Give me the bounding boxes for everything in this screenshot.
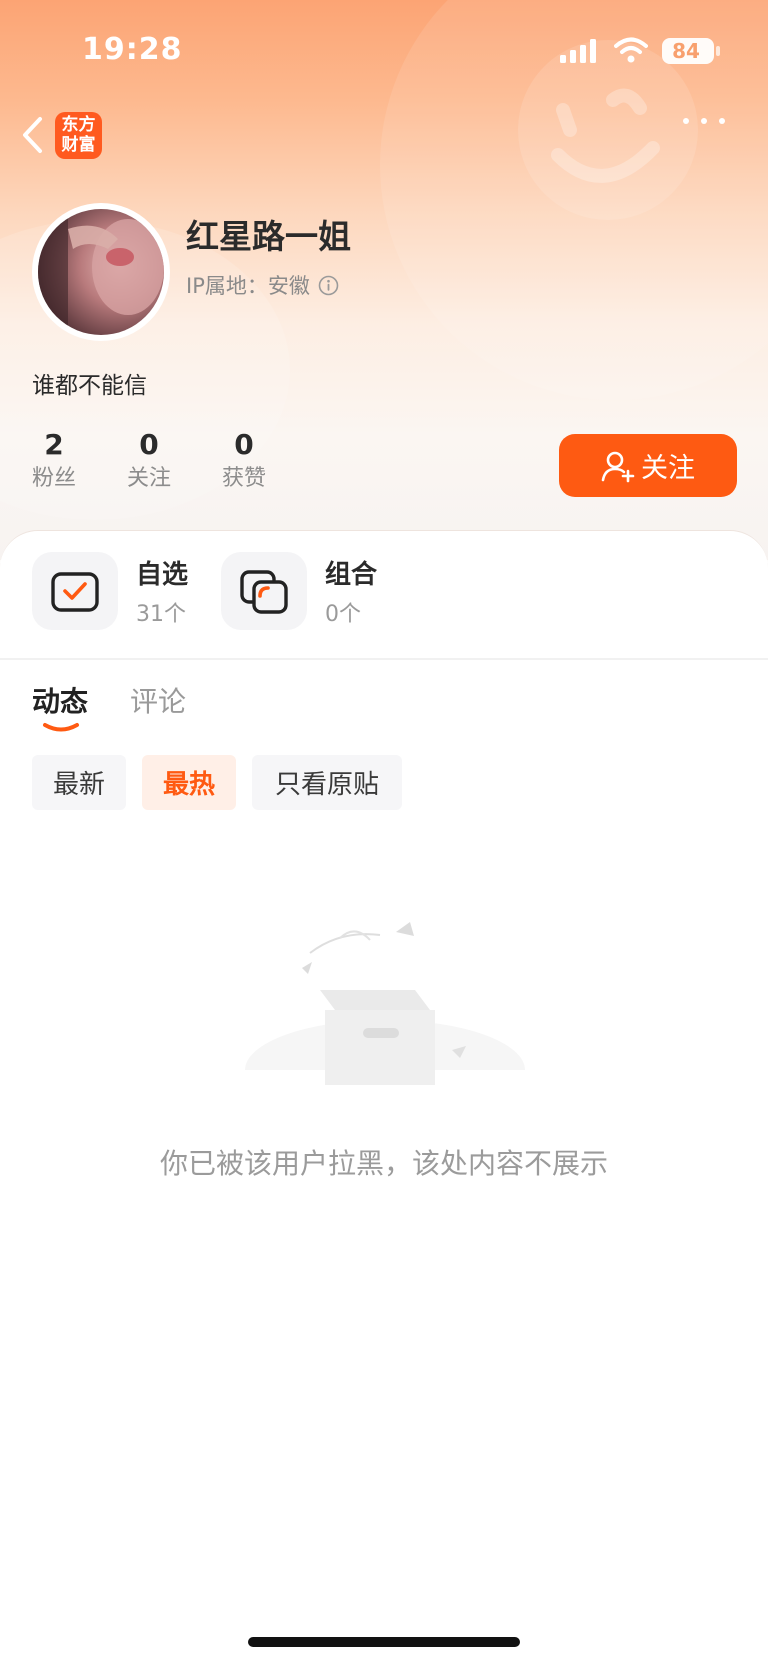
portfolio-icon-box	[221, 552, 307, 630]
logo-text-line2: 财富	[61, 135, 96, 155]
ip-location-text: IP属地：安徽	[186, 274, 310, 298]
stat-fans[interactable]: 2 粉丝	[24, 428, 84, 494]
app-logo[interactable]: 东方 财富	[55, 112, 102, 159]
back-button[interactable]	[14, 112, 50, 158]
watchlist-icon-box	[32, 552, 118, 630]
battery-level: 84	[672, 39, 700, 63]
status-time: 19:28	[82, 32, 183, 67]
avatar[interactable]	[38, 209, 164, 335]
watchlist-title: 自选	[136, 560, 189, 590]
status-bar: 19:28 84	[0, 0, 768, 100]
stat-label: 粉丝	[31, 466, 76, 491]
tab-comments[interactable]: 评论	[130, 680, 186, 720]
content-card	[0, 530, 768, 1663]
chevron-left-icon	[23, 117, 42, 153]
stat-label: 获赞	[221, 466, 266, 491]
follow-button[interactable]: 关注	[559, 434, 737, 497]
follow-label: 关注	[641, 453, 695, 484]
bio: 谁都不能信	[32, 373, 147, 399]
empty-box-illustration	[230, 922, 540, 1090]
stat-value: 0	[139, 428, 159, 461]
empty-state-message: 你已被该用户拉黑，该处内容不展示	[159, 1147, 608, 1180]
info-icon[interactable]	[318, 275, 339, 296]
stat-value: 2	[44, 428, 64, 461]
logo-text-line1: 东方	[61, 115, 96, 135]
portfolio-icon	[240, 570, 288, 614]
user-name: 红星路一姐	[186, 217, 351, 256]
dot-icon	[719, 118, 725, 124]
filter-original-only[interactable]: 只看原贴	[252, 755, 402, 810]
section-divider	[0, 658, 768, 660]
avatar-image	[38, 209, 164, 335]
stat-label: 关注	[126, 466, 171, 491]
battery-nub	[716, 46, 720, 56]
portfolio-count: 0个	[325, 602, 361, 627]
add-user-icon	[601, 451, 635, 482]
checked-list-icon	[51, 572, 99, 612]
filter-latest[interactable]: 最新	[32, 755, 126, 810]
dot-icon	[683, 118, 689, 124]
stat-likes[interactable]: 0 获赞	[214, 428, 274, 494]
watchlist-count: 31个	[136, 602, 186, 627]
ip-location: IP属地：安徽	[186, 270, 339, 300]
more-options-button[interactable]	[680, 118, 728, 124]
wifi-icon	[614, 37, 648, 63]
stat-following[interactable]: 0 关注	[119, 428, 179, 494]
filter-hottest[interactable]: 最热	[142, 755, 236, 810]
portfolio-entry[interactable]: 组合 0个	[221, 552, 401, 632]
battery-indicator: 84	[662, 38, 714, 64]
portfolio-title: 组合	[325, 560, 378, 590]
watchlist-entry[interactable]: 自选 31个	[32, 552, 212, 632]
cellular-signal-icon	[560, 39, 596, 63]
stat-value: 0	[234, 428, 254, 461]
tab-active-indicator	[43, 723, 79, 732]
tab-posts[interactable]: 动态	[32, 680, 88, 720]
home-indicator[interactable]	[248, 1637, 520, 1647]
dot-icon	[701, 118, 707, 124]
